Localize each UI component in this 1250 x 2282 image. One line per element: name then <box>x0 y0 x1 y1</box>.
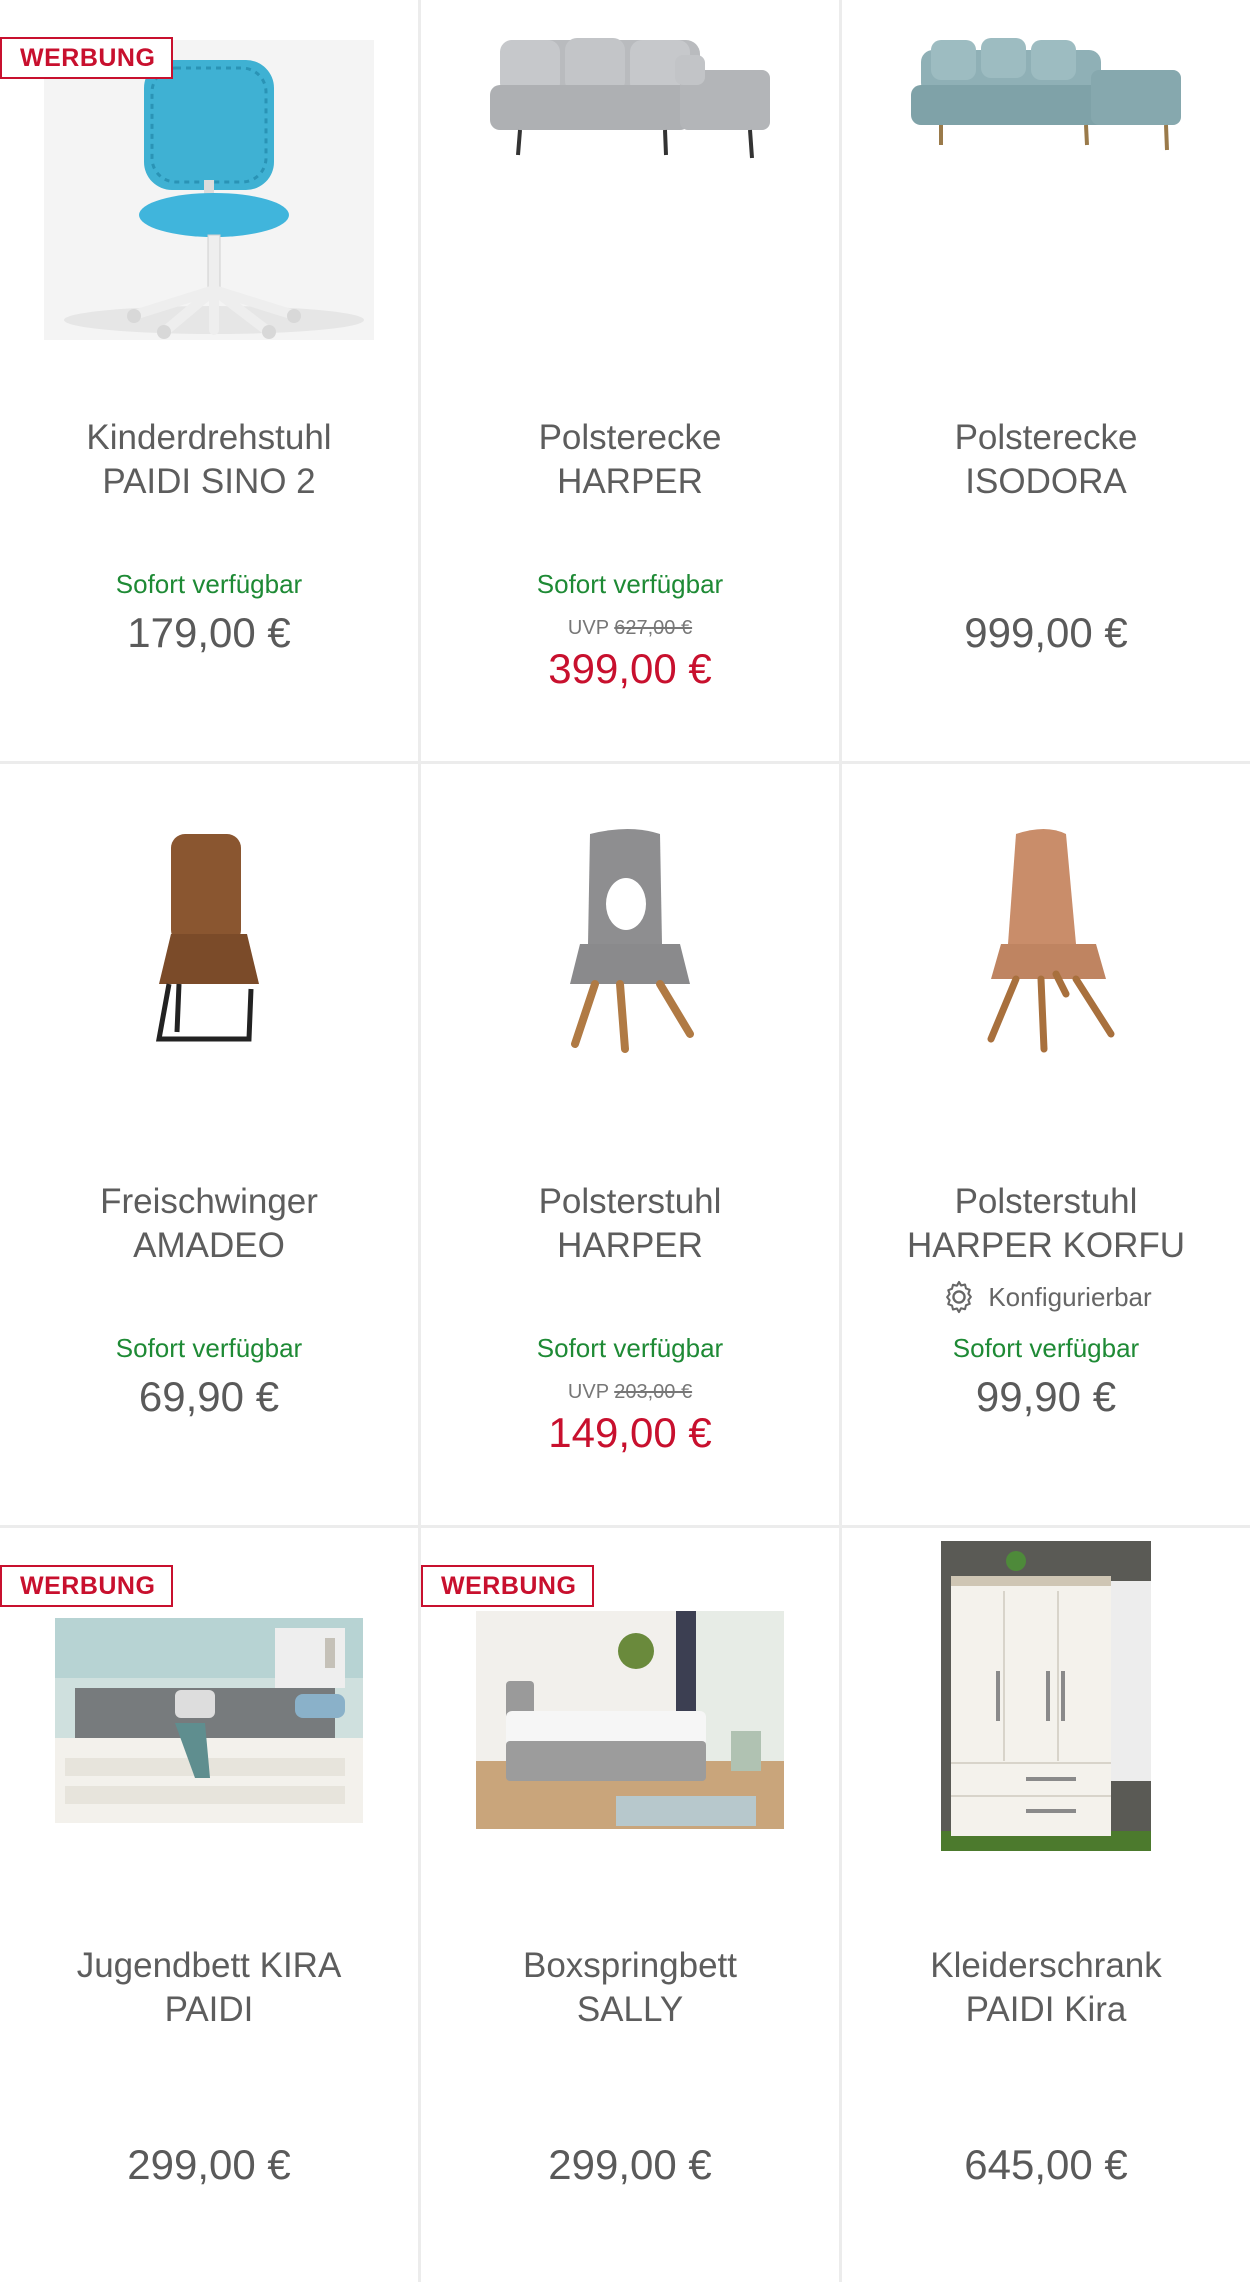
product-grid: WERBUNG Kinderdrehstuhl PAIDI SINO 2 Sof… <box>0 0 1250 2282</box>
product-card-polsterstuhl-harper-korfu[interactable]: Polsterstuhl HARPER KORFU Konfigurierbar… <box>842 764 1250 1525</box>
upholstered-chair-image <box>987 829 1115 1053</box>
product-title-line-1: Kleiderschrank <box>930 1946 1162 1985</box>
product-image[interactable] <box>0 819 418 1119</box>
product-title[interactable]: Polsterstuhl HARPER <box>431 1180 829 1268</box>
availability-status: Sofort verfügbar <box>115 569 303 599</box>
product-title-line-2: HARPER <box>557 1226 703 1265</box>
product-title[interactable]: Polsterecke HARPER <box>431 416 829 504</box>
product-title-line-2: PAIDI SINO 2 <box>102 462 316 501</box>
product-image[interactable] <box>842 38 1250 340</box>
product-card-kinderdrehstuhl[interactable]: WERBUNG Kinderdrehstuhl PAIDI SINO 2 Sof… <box>0 0 418 761</box>
wardrobe-image <box>941 1541 1151 1851</box>
product-title[interactable]: Polsterstuhl HARPER KORFU <box>852 1180 1240 1268</box>
product-image[interactable] <box>421 819 839 1119</box>
upholstered-chair-image <box>570 829 694 1053</box>
product-title-line-1: Polsterstuhl <box>538 1182 722 1221</box>
product-title-line-2: HARPER <box>557 462 703 501</box>
product-card-boxspringbett-sally[interactable]: WERBUNG Boxspringbett SALLY 299,00 € <box>421 1528 839 2282</box>
product-card-polsterecke-isodora[interactable]: Polsterecke ISODORA 999,00 € <box>842 0 1250 761</box>
product-image[interactable] <box>421 38 839 340</box>
product-image[interactable] <box>842 1541 1250 1851</box>
youth-bed-image <box>55 1617 363 1823</box>
product-price: 999,00 € <box>964 609 1128 656</box>
product-image[interactable] <box>421 1570 839 1870</box>
product-title[interactable]: Jugendbett KIRA PAIDI <box>10 1944 408 2032</box>
availability-status: Sofort verfügbar <box>115 1333 303 1363</box>
product-title-line-2: SALLY <box>576 1990 684 2029</box>
ad-badge: WERBUNG <box>0 37 174 79</box>
product-price: 69,90 € <box>138 1373 280 1420</box>
product-title[interactable]: Kleiderschrank PAIDI Kira <box>852 1944 1240 2032</box>
gear-icon <box>946 1280 973 1314</box>
ad-badge: WERBUNG <box>421 1565 595 1607</box>
product-card-polsterstuhl-harper[interactable]: Polsterstuhl HARPER Sofort verfügbar UVP… <box>421 764 839 1525</box>
product-title-line-2: PAIDI <box>164 1990 254 2029</box>
uvp-original-price: 627,00 € <box>614 617 693 639</box>
configurable-text: Konfigurierbar <box>988 1281 1152 1312</box>
product-title-line-1: Polsterstuhl <box>954 1182 1138 1221</box>
product-price: 99,90 € <box>975 1373 1117 1420</box>
product-title-line-1: Kinderdrehstuhl <box>86 418 332 457</box>
boxspring-bed-image <box>476 1611 784 1829</box>
configurable-label[interactable]: Konfigurierbar <box>842 1278 1250 1316</box>
product-title-line-2: AMADEO <box>133 1226 285 1265</box>
product-card-polsterecke-harper[interactable]: Polsterecke HARPER Sofort verfügbar UVP … <box>421 0 839 761</box>
product-title-line-2: PAIDI Kira <box>965 1990 1127 2029</box>
product-price: 645,00 € <box>964 2141 1128 2188</box>
product-card-jugendbett-kira[interactable]: WERBUNG Jugendbett KIRA PAIDI 299,00 € <box>0 1528 418 2282</box>
product-title-line-1: Freischwinger <box>100 1182 318 1221</box>
product-title-line-1: Polsterecke <box>538 418 722 457</box>
product-price: 179,00 € <box>127 609 291 656</box>
product-image[interactable] <box>842 819 1250 1119</box>
availability-status: Sofort verfügbar <box>536 1333 724 1363</box>
product-title-line-1: Boxspringbett <box>522 1946 738 1985</box>
uvp-original-price: 203,00 € <box>614 1381 693 1403</box>
sofa-image <box>911 38 1181 151</box>
product-title-line-2: ISODORA <box>965 462 1127 501</box>
product-card-kleiderschrank-kira[interactable]: Kleiderschrank PAIDI Kira 645,00 € <box>842 1528 1250 2282</box>
product-title[interactable]: Kinderdrehstuhl PAIDI SINO 2 <box>10 416 408 504</box>
product-price: 299,00 € <box>127 2141 291 2188</box>
product-image[interactable] <box>0 40 418 340</box>
product-price: 299,00 € <box>548 2141 712 2188</box>
product-title[interactable]: Freischwinger AMADEO <box>10 1180 408 1268</box>
product-title[interactable]: Boxspringbett SALLY <box>431 1944 829 2032</box>
cantilever-chair-image <box>156 834 259 1042</box>
availability-status: Sofort verfügbar <box>952 1333 1140 1363</box>
product-image[interactable] <box>0 1570 418 1870</box>
product-title[interactable]: Polsterecke ISODORA <box>852 416 1240 504</box>
sale-price: 149,00 € <box>548 1409 712 1456</box>
uvp-label: UVP <box>567 617 609 639</box>
uvp-label: UVP <box>567 1381 609 1403</box>
availability-status: Sofort verfügbar <box>536 569 724 599</box>
product-title-line-1: Jugendbett KIRA <box>76 1946 342 1985</box>
product-title-line-1: Polsterecke <box>954 418 1138 457</box>
uvp-price: UVP 203,00 € <box>421 1381 839 1404</box>
sale-price: 399,00 € <box>548 645 712 692</box>
ad-badge: WERBUNG <box>0 1565 174 1607</box>
uvp-price: UVP 627,00 € <box>421 617 839 640</box>
product-title-line-2: HARPER KORFU <box>906 1226 1186 1265</box>
sofa-image <box>490 38 770 159</box>
product-card-freischwinger-amadeo[interactable]: Freischwinger AMADEO Sofort verfügbar 69… <box>0 764 418 1525</box>
desk-chair-image <box>44 40 374 340</box>
